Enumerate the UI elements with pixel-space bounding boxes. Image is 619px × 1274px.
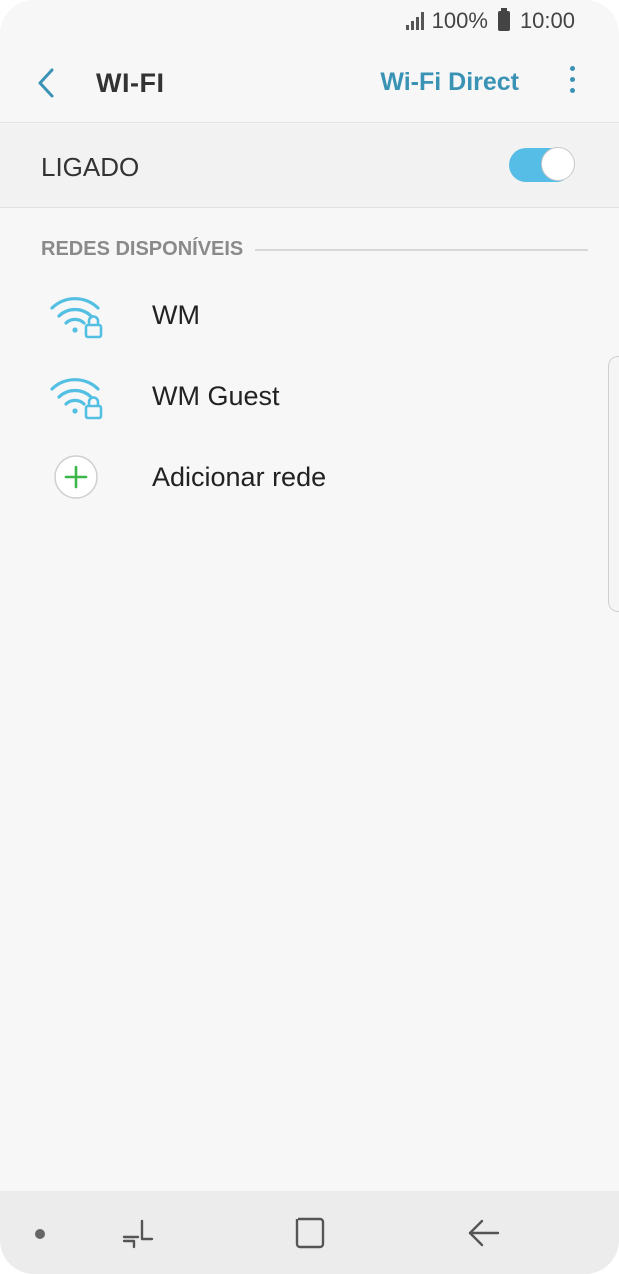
section-divider — [255, 248, 588, 251]
recent-apps-icon — [122, 1219, 154, 1249]
scroll-handle[interactable] — [608, 356, 619, 612]
signal-icon — [405, 12, 424, 30]
add-network-label: Adicionar rede — [152, 462, 327, 492]
status-indicators: 100% 10:00 — [405, 8, 575, 34]
recent-apps-button[interactable] — [118, 1213, 158, 1253]
add-circle-icon — [54, 455, 98, 499]
wifi-toggle-switch[interactable] — [509, 147, 575, 182]
app-bar: WI-FI Wi-Fi Direct — [0, 44, 619, 122]
back-button[interactable] — [30, 66, 64, 100]
wifi-direct-button[interactable]: Wi-Fi Direct — [380, 68, 519, 97]
battery-percent: 100% — [431, 8, 488, 33]
network-item-wm-guest[interactable]: WM Guest — [0, 357, 619, 437]
back-arrow-icon — [468, 1219, 500, 1247]
network-name: WM Guest — [152, 381, 280, 411]
section-title: REDES DISPONÍVEIS — [41, 238, 244, 260]
back-nav-button[interactable] — [464, 1213, 504, 1253]
add-network-item[interactable]: Adicionar rede — [0, 438, 619, 518]
clock: 10:00 — [519, 8, 575, 33]
more-options-button[interactable] — [565, 66, 579, 102]
section-header: REDES DISPONÍVEIS — [41, 238, 588, 261]
network-item-wm[interactable]: WM — [0, 276, 619, 356]
wifi-toggle-row[interactable]: LIGADO — [0, 124, 619, 208]
status-bar: 100% 10:00 — [0, 0, 619, 44]
hide-navbar-dot[interactable] — [35, 1229, 45, 1239]
battery-icon — [497, 8, 510, 31]
home-icon — [295, 1217, 325, 1249]
network-name: WM — [152, 300, 200, 330]
toggle-knob — [541, 147, 575, 181]
wifi-toggle-label: LIGADO — [41, 152, 140, 182]
more-vertical-icon — [565, 66, 579, 93]
chevron-left-icon — [38, 68, 54, 98]
page-title: WI-FI — [96, 68, 165, 98]
divider — [0, 122, 619, 123]
wifi-locked-icon — [50, 297, 103, 339]
navigation-bar — [0, 1191, 619, 1274]
home-button[interactable] — [290, 1213, 330, 1253]
divider — [0, 207, 619, 208]
phone-screen: 100% 10:00 WI-FI Wi-Fi Direct LIGADO RED… — [0, 0, 619, 1274]
wifi-locked-icon — [50, 378, 103, 420]
